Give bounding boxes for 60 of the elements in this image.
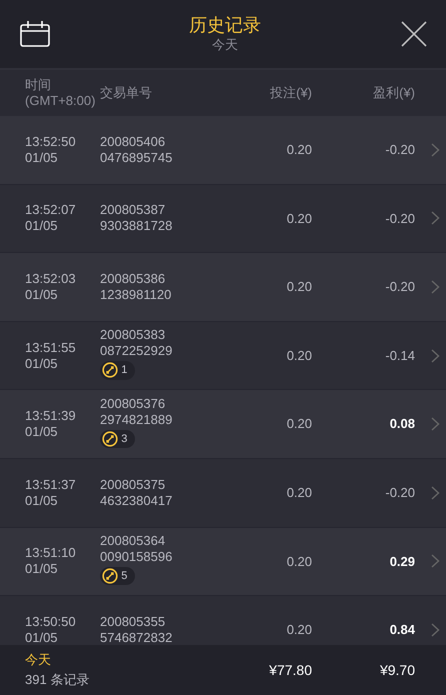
time-cell-text: 13:52:07 01/05 [24,202,77,234]
time-cell-text: 13:52:50 01/05 [24,134,77,166]
chevron-icon [430,280,440,294]
total-stake: ¥77.80 [268,660,312,680]
profit-cell-text: -0.20 [384,210,415,228]
table-row[interactable]: 13:52:07 01/05 200805387 9303881728 0.20 -0.20 [0,184,446,254]
chevron-icon [430,211,440,226]
profit-cell-text: -0.14 [384,346,415,365]
order-number: 200805375 4632380417 [100,476,174,509]
stake-cell-text: 0.20 [286,278,312,296]
order-number: 200805387 9303881728 [100,202,174,234]
page-subtitle: 今天 [211,36,239,54]
chevron-icon [430,486,440,500]
chevron-icon [430,622,440,637]
chevron-icon [430,554,440,568]
order-number: 200805364 0090158596 [100,532,174,565]
stake-cell-text: 0.20 [286,415,312,434]
profit-cell-text: -0.20 [384,141,415,160]
order-number: 200805406 0476895745 [100,134,174,166]
record-count: 391 条记录 [25,671,90,689]
stake-cell-text: 0.20 [286,484,312,502]
column-header: 交易单号 [100,84,153,102]
stake-cell-text: 0.20 [286,141,312,160]
total-profit: ¥9.70 [378,660,415,680]
time-cell-text: 13:51:37 01/05 [24,476,77,509]
chevron-icon [430,417,440,432]
close-icon[interactable] [400,21,426,47]
chevron-icon [430,348,440,363]
profit-cell-text: 0.29 [388,552,415,571]
time-cell-text: 13:51:10 01/05 [24,545,77,578]
profit-cell-text: -0.20 [384,484,415,502]
count-badge: 1 [100,361,136,380]
period-label: 今天 [25,651,52,669]
count-badge: 5 [100,566,136,586]
order-number: 200805386 1238981120 [100,270,172,303]
stake-cell-text: 0.20 [286,621,312,640]
column-header: 时间 (GMT+8:00) [24,77,96,109]
calendar-icon[interactable] [20,21,50,47]
profit-cell-text: -0.20 [384,278,415,296]
time-cell-text: 13:51:55 01/05 [24,340,77,372]
order-number: 200805383 0872252929 [100,327,174,360]
column-header: 投注(¥) [269,84,312,102]
page-title: 历史记录 [189,14,261,36]
stake-cell-text: 0.20 [286,552,312,571]
count-badge: 3 [100,430,136,448]
table-row[interactable]: 13:51:10 01/05 200805364 0090158596 5 0.20 0.29 [0,528,446,596]
chevron-icon [430,142,440,157]
column-header: 盈利(¥) [372,84,415,102]
time-cell-text: 13:52:03 01/05 [24,270,77,303]
profit-cell-text: 0.08 [388,415,415,434]
profit-cell-text: 0.84 [388,621,415,640]
stake-cell-text: 0.20 [286,210,312,228]
stake-cell-text: 0.20 [286,346,312,365]
time-cell-text: 13:50:50 01/05 [24,614,77,645]
table-row[interactable]: 13:52:03 01/05 200805386 1238981120 0.20 -0.20 [0,253,446,322]
order-number: 200805355 5746872832 [100,614,174,645]
table-row[interactable]: 13:51:39 01/05 200805376 2974821889 3 0.20 0.08 [0,390,446,459]
order-number: 200805376 2974821889 [100,396,174,428]
time-cell-text: 13:51:39 01/05 [24,408,77,440]
table-row[interactable]: 13:52:50 01/05 200805406 0476895745 0.20 -0.20 [0,116,446,185]
